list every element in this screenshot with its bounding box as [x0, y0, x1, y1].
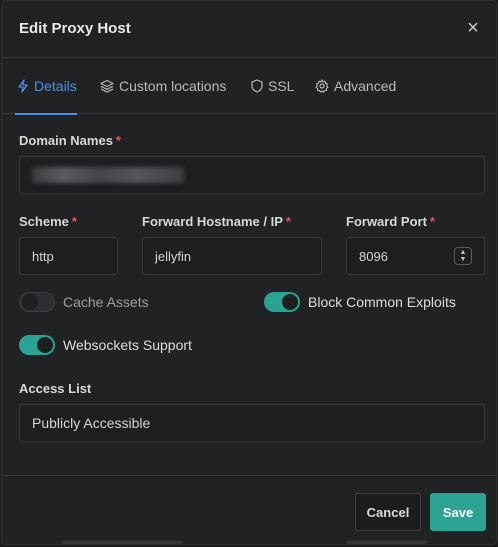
tab-details-label: Details — [34, 78, 77, 94]
access-list-label: Access List — [19, 381, 92, 396]
required-marker: * — [429, 214, 435, 229]
cache-assets-toggle[interactable] — [19, 292, 55, 312]
tab-ssl[interactable]: SSL — [251, 58, 294, 114]
scheme-value: http — [32, 248, 54, 264]
toggle-knob — [22, 294, 38, 310]
access-list-value: Publicly Accessible — [32, 415, 151, 431]
layers-icon — [100, 79, 114, 93]
block-exploits-toggle[interactable] — [264, 292, 300, 312]
tab-bar: Details Custom locations SSL Advanced — [2, 58, 496, 115]
port-stepper[interactable]: ▲ ▼ — [454, 247, 472, 265]
block-exploits-toggle-row[interactable]: Block Common Exploits — [264, 292, 456, 312]
cache-assets-label: Cache Assets — [63, 294, 149, 310]
websockets-toggle-row[interactable]: Websockets Support — [19, 335, 192, 355]
modal-title: Edit Proxy Host — [19, 20, 131, 37]
forward-port-input[interactable]: 8096 ▲ ▼ — [346, 237, 485, 275]
tab-custom-locations[interactable]: Custom locations — [100, 58, 226, 114]
cache-assets-toggle-row[interactable]: Cache Assets — [19, 292, 149, 312]
toggle-knob — [282, 294, 298, 310]
gear-icon — [315, 79, 329, 93]
required-marker: * — [115, 133, 121, 148]
forward-port-value: 8096 — [359, 248, 388, 264]
domain-names-label-text: Domain Names — [19, 133, 113, 148]
required-marker: * — [71, 214, 77, 229]
bolt-icon — [18, 79, 28, 93]
cancel-button[interactable]: Cancel — [355, 493, 421, 531]
forward-hostname-input[interactable]: jellyfin — [142, 237, 322, 275]
modal-header: Edit Proxy Host × — [2, 1, 496, 58]
access-list-select[interactable]: Publicly Accessible — [19, 404, 485, 442]
tab-ssl-label: SSL — [268, 78, 295, 94]
required-marker: * — [285, 214, 291, 229]
forward-hostname-label: Forward Hostname / IP * — [142, 214, 291, 229]
redacted-domain-chip — [32, 167, 184, 183]
websockets-label: Websockets Support — [63, 337, 192, 353]
block-exploits-label: Block Common Exploits — [308, 294, 456, 310]
forward-hostname-value: jellyfin — [155, 248, 192, 264]
shield-icon — [251, 79, 263, 93]
forward-hostname-label-text: Forward Hostname / IP — [142, 214, 283, 229]
edit-proxy-host-modal: Edit Proxy Host × Details Custom locatio… — [1, 0, 497, 545]
chevron-down-icon[interactable]: ▼ — [460, 256, 467, 263]
scheme-input[interactable]: http — [19, 237, 118, 275]
domain-names-label: Domain Names * — [19, 133, 121, 148]
domain-names-input[interactable] — [19, 156, 485, 194]
chevron-up-icon[interactable]: ▲ — [460, 249, 467, 256]
close-icon[interactable]: × — [462, 17, 484, 39]
tab-advanced-label: Advanced — [334, 78, 397, 94]
modal-footer: Cancel Save — [2, 475, 496, 544]
save-button[interactable]: Save — [430, 493, 486, 531]
scheme-label: Scheme * — [19, 214, 77, 229]
tab-details[interactable]: Details — [15, 58, 77, 115]
forward-port-label: Forward Port * — [346, 214, 435, 229]
background-text-peek — [347, 541, 427, 544]
background-text-peek — [62, 541, 182, 544]
tab-custom-locations-label: Custom locations — [119, 78, 227, 94]
tab-advanced[interactable]: Advanced — [315, 58, 396, 114]
forward-port-label-text: Forward Port — [346, 214, 427, 229]
websockets-toggle[interactable] — [19, 335, 55, 355]
toggle-knob — [37, 337, 53, 353]
scheme-label-text: Scheme — [19, 214, 69, 229]
